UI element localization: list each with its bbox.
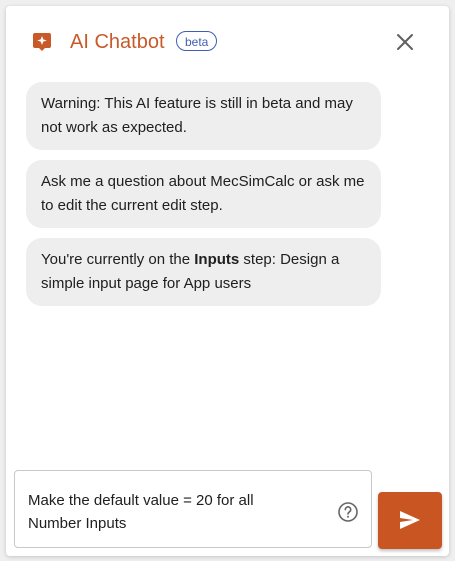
beta-badge: beta: [176, 31, 218, 51]
message-list: Warning: This AI feature is still in bet…: [26, 82, 381, 316]
step-name: Inputs: [194, 251, 240, 268]
message-text-prefix: You're currently on the: [41, 251, 195, 268]
message-text: Ask me a question about MecSimCalc or as…: [41, 173, 365, 214]
bot-message-warning: Warning: This AI feature is still in bet…: [26, 82, 381, 150]
chatbot-title: AI Chatbot: [70, 31, 165, 53]
send-icon: [400, 511, 420, 529]
bot-message-intro: Ask me a question about MecSimCalc or as…: [26, 160, 381, 228]
chatbot-panel: AI Chatbot beta Warning: This AI feature…: [6, 6, 449, 556]
sparkle-chat-icon: [32, 32, 52, 52]
help-circle-icon[interactable]: [337, 501, 359, 523]
send-button[interactable]: [378, 492, 442, 549]
message-input[interactable]: Make the default value = 20 for all Numb…: [14, 470, 372, 548]
close-icon[interactable]: [393, 30, 417, 54]
bot-message-current-step: You're currently on the Inputs step: Des…: [26, 238, 381, 306]
message-input-value[interactable]: Make the default value = 20 for all Numb…: [28, 489, 288, 535]
message-text: Warning: This AI feature is still in bet…: [41, 95, 353, 136]
chatbot-header: AI Chatbot beta: [6, 6, 449, 78]
